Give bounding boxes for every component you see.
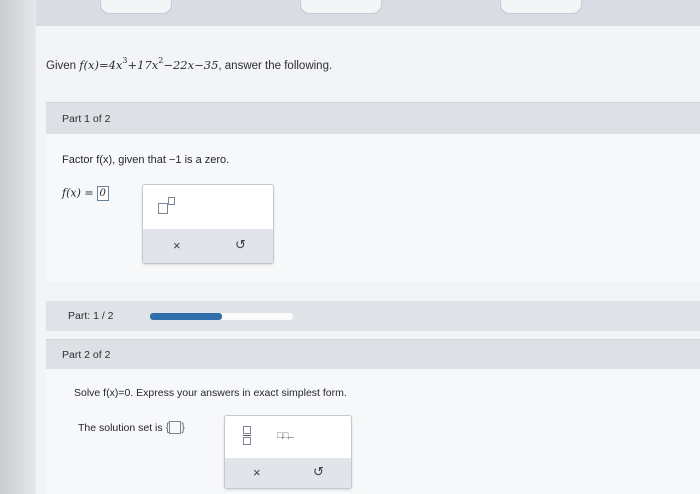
top-tab[interactable] — [500, 0, 582, 14]
answer-lhs: f(x) = — [62, 186, 94, 200]
palette-toolbar: × ↺ — [225, 458, 351, 488]
part2-header: Part 2 of 2 — [46, 339, 700, 370]
clear-icon[interactable]: × — [173, 238, 181, 253]
question-statement: Given f(x)=4x3+17x2−22x−35, answer the f… — [46, 56, 332, 72]
top-tab[interactable] — [100, 0, 172, 14]
undo-icon[interactable]: ↺ — [313, 464, 324, 480]
left-margin — [0, 0, 36, 494]
part1-answer-row: f(x) = 0 — [62, 186, 109, 201]
part2-header-label: Part 2 of 2 — [62, 349, 111, 361]
part1-math-palette: × ↺ — [142, 184, 274, 264]
undo-icon[interactable]: ↺ — [235, 237, 246, 253]
top-tab[interactable] — [300, 0, 382, 14]
palette-toolbar: × ↺ — [143, 229, 273, 263]
fraction-icon[interactable] — [243, 426, 251, 445]
solution-label: The solution set is — [78, 421, 163, 434]
part2-prompt: Solve f(x)=0. Express your answers in ex… — [74, 387, 347, 399]
progress-label: Part: 1 / 2 — [68, 310, 114, 322]
given-suffix: , answer the following. — [218, 60, 333, 72]
part2-math-palette: □,□,... × ↺ — [224, 415, 352, 489]
part1-header-label: Part 1 of 2 — [62, 113, 111, 125]
part2-answer-row: The solution set is {} — [78, 421, 188, 435]
progress-fill — [150, 313, 222, 320]
part1-header: Part 1 of 2 — [46, 102, 700, 135]
question-page: Given f(x)=4x3+17x2−22x−35, answer the f… — [36, 26, 700, 494]
part1-prompt: Factor f(x), given that −1 is a zero. — [62, 154, 230, 166]
part2-body: Solve f(x)=0. Express your answers in ex… — [46, 369, 700, 494]
clear-icon[interactable]: × — [253, 465, 261, 480]
progress-row: Part: 1 / 2 — [46, 301, 700, 331]
function-expression: f(x)=4x3+17x2−22x−35 — [79, 56, 219, 72]
given-prefix: Given — [46, 60, 77, 72]
part1-body: Factor f(x), given that −1 is a zero. f(… — [46, 134, 700, 282]
progress-track — [150, 313, 293, 320]
answer-input[interactable]: 0 — [96, 186, 109, 201]
list-icon[interactable]: □,□,... — [277, 430, 294, 440]
exponent-icon[interactable] — [158, 197, 176, 214]
browser-tab-strip — [0, 0, 700, 26]
solution-set-input[interactable]: {} — [166, 421, 188, 435]
